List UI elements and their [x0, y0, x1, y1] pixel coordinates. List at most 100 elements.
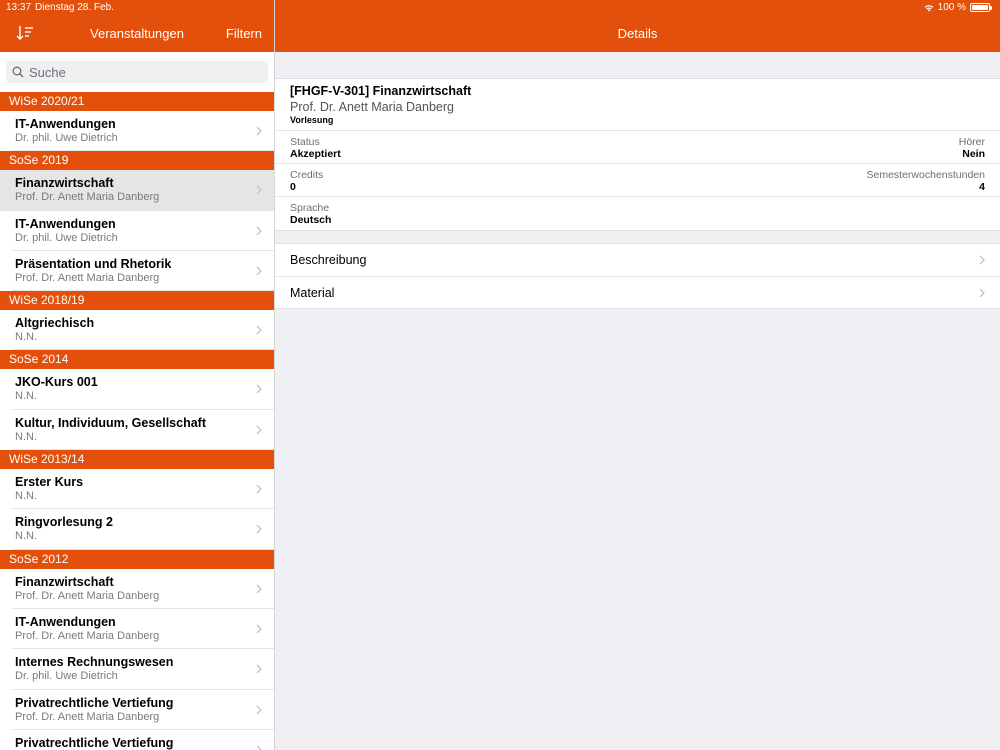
course-list-panel: WiSe 2020/21IT-AnwendungenDr. phil. Uwe …: [0, 52, 274, 750]
top-bar: 13:37 Dienstag 28. Feb. 100 % Veranstalt…: [0, 0, 1000, 52]
section-header: WiSe 2020/21: [0, 92, 274, 111]
course-list-item[interactable]: Finanzwirtschaft Prof. Dr. Anett Maria Da…: [0, 568, 274, 610]
course-item-lecturer: Dr. phil. Uwe Dietrich: [15, 670, 118, 683]
course-item-title: Präsentation und Rhetorik: [15, 256, 172, 271]
sprache-value: Deutsch: [290, 214, 332, 226]
course-type: Vorlesung: [290, 115, 334, 125]
course-list-item[interactable]: Altgriechisch N.N.: [0, 310, 274, 351]
course-list-item[interactable]: Privatrechtliche Vertiefung Prof. Dr. Ane…: [0, 689, 274, 731]
course-list-item[interactable]: Erster Kurs N.N.: [0, 469, 274, 510]
chevron-right-icon: [256, 624, 262, 634]
course-list-item[interactable]: IT-Anwendungen Dr. phil. Uwe Dietrich: [0, 210, 274, 252]
detail-title: Details: [617, 26, 658, 41]
section-header: SoSe 2014: [0, 350, 274, 370]
course-item-lecturer: N.N.: [15, 390, 37, 403]
status-indicators: 100 %: [924, 2, 992, 13]
detail-links-card: Beschreibung Material: [275, 243, 1000, 309]
course-item-lecturer: Prof. Dr. Anett Maria Danberg: [15, 710, 160, 723]
course-item-lecturer: N.N.: [15, 530, 37, 543]
course-item-lecturer: Prof. Dr. Anett Maria Danberg: [15, 191, 160, 204]
status-date: Dienstag 28. Feb.: [35, 2, 114, 13]
course-item-title: Privatrechtliche Vertiefung: [15, 735, 174, 750]
section-header: SoSe 2012: [0, 549, 274, 569]
course-item-title: Privatrechtliche Vertiefung: [15, 695, 174, 710]
chevron-right-icon: [256, 584, 262, 594]
course-list: WiSe 2020/21 IT-Anwendungen Dr. phil. Uwe …: [0, 92, 274, 750]
section-header: WiSe 2013/14: [0, 450, 274, 470]
course-item-title: Finanzwirtschaft: [15, 176, 114, 191]
course-item-title: Erster Kurs: [15, 475, 84, 490]
battery-icon: [970, 3, 992, 12]
beschreibung-label: Beschreibung: [290, 253, 367, 267]
chevron-right-icon: [256, 664, 262, 674]
course-item-title: IT-Anwendungen: [15, 216, 116, 231]
chevron-right-icon: [256, 266, 262, 276]
course-header: [FHGF-V-301] Finanzwirtschaft Prof. Dr. …: [275, 79, 1000, 131]
chevron-right-icon: [256, 325, 262, 335]
course-item-title: Altgriechisch: [15, 316, 95, 331]
credits-value: 0: [290, 181, 296, 193]
course-item-title: Internes Rechnungswesen: [15, 655, 174, 670]
beschreibung-link[interactable]: Beschreibung: [275, 244, 1000, 276]
search-icon: [12, 66, 24, 78]
wifi-icon: [924, 4, 934, 11]
search-bar: [0, 52, 274, 92]
course-item-lecturer: Prof. Dr. Anett Maria Danberg: [15, 629, 160, 642]
course-item-title: Ringvorlesung 2: [15, 515, 113, 530]
course-info-card: [FHGF-V-301] Finanzwirtschaft Prof. Dr. …: [275, 78, 1000, 231]
hoerer-value: Nein: [962, 148, 985, 160]
course-item-lecturer: N.N.: [15, 490, 37, 503]
course-list-item[interactable]: Privatrechtliche Vertiefung: [0, 729, 274, 750]
course-list-item[interactable]: Präsentation und Rhetorik Prof. Dr. Anett…: [0, 250, 274, 292]
course-item-title: IT-Anwendungen: [15, 117, 116, 131]
chevron-right-icon: [256, 745, 262, 750]
chevron-right-icon: [256, 484, 262, 494]
hoerer-label: Hörer: [958, 136, 985, 148]
chevron-right-icon: [256, 524, 262, 534]
course-list-item[interactable]: JKO-Kurs 001 N.N.: [0, 369, 274, 411]
material-link[interactable]: Material: [275, 276, 1000, 308]
chevron-right-icon: [256, 705, 262, 715]
course-item-lecturer: Prof. Dr. Anett Maria Danberg: [15, 589, 160, 602]
search-box[interactable]: [6, 61, 268, 83]
sws-label: Semesterwochenstunden: [866, 169, 986, 181]
sprache-label: Sprache: [290, 202, 330, 214]
filter-button[interactable]: Filtern: [226, 26, 262, 41]
course-list-item[interactable]: Finanzwirtschaft Prof. Dr. Anett Maria Da…: [0, 170, 274, 211]
course-professor: Prof. Dr. Anett Maria Danberg: [290, 100, 454, 114]
course-list-item[interactable]: Ringvorlesung 2 N.N.: [0, 509, 274, 550]
info-row-sprache: Sprache Deutsch: [275, 197, 1000, 230]
course-list-item[interactable]: IT-Anwendungen Prof. Dr. Anett Maria Danb…: [0, 608, 274, 650]
course-list-item[interactable]: Kultur, Individuum, Gesellschaft N.N.: [0, 409, 274, 451]
status-value: Akzeptiert: [290, 148, 341, 160]
course-item-lecturer: N.N.: [15, 430, 37, 443]
section-header: WiSe 2018/19: [0, 291, 274, 311]
status-time: 13:37: [6, 2, 32, 13]
course-item-lecturer: Prof. Dr. Anett Maria Danberg: [15, 271, 160, 284]
master-nav-bar: Veranstaltungen Filtern: [0, 16, 274, 52]
chevron-right-icon: [256, 226, 262, 236]
section-header: SoSe 2019: [0, 151, 274, 171]
course-item-title: Finanzwirtschaft: [15, 574, 114, 589]
sws-value: 4: [979, 181, 985, 193]
battery-percent: 100 %: [937, 2, 966, 13]
chevron-right-icon: [979, 255, 985, 265]
search-input[interactable]: [29, 64, 249, 80]
course-item-lecturer: Dr. phil. Uwe Dietrich: [15, 231, 118, 244]
course-item-title: JKO-Kurs 001: [15, 375, 98, 390]
course-item-lecturer: N.N.: [15, 331, 37, 344]
material-label: Material: [290, 286, 335, 300]
course-item-title: IT-Anwendungen: [15, 614, 116, 629]
chevron-right-icon: [256, 126, 262, 136]
credits-label: Credits: [290, 169, 324, 181]
info-row-status: Status Akzeptiert Hörer Nein: [275, 131, 1000, 164]
chevron-right-icon: [979, 288, 985, 298]
info-row-credits: Credits 0 Semesterwochenstunden 4: [275, 164, 1000, 197]
chevron-right-icon: [256, 425, 262, 435]
course-list-item[interactable]: Internes Rechnungswesen Dr. phil. Uwe Die…: [0, 649, 274, 690]
course-item-lecturer: Dr. phil. Uwe Dietrich: [15, 132, 118, 144]
course-list-item[interactable]: IT-Anwendungen Dr. phil. Uwe Dietrich: [0, 111, 274, 152]
course-item-title: Kultur, Individuum, Gesellschaft: [15, 415, 207, 430]
status-label: Status: [290, 136, 320, 148]
chevron-right-icon: [256, 185, 262, 195]
